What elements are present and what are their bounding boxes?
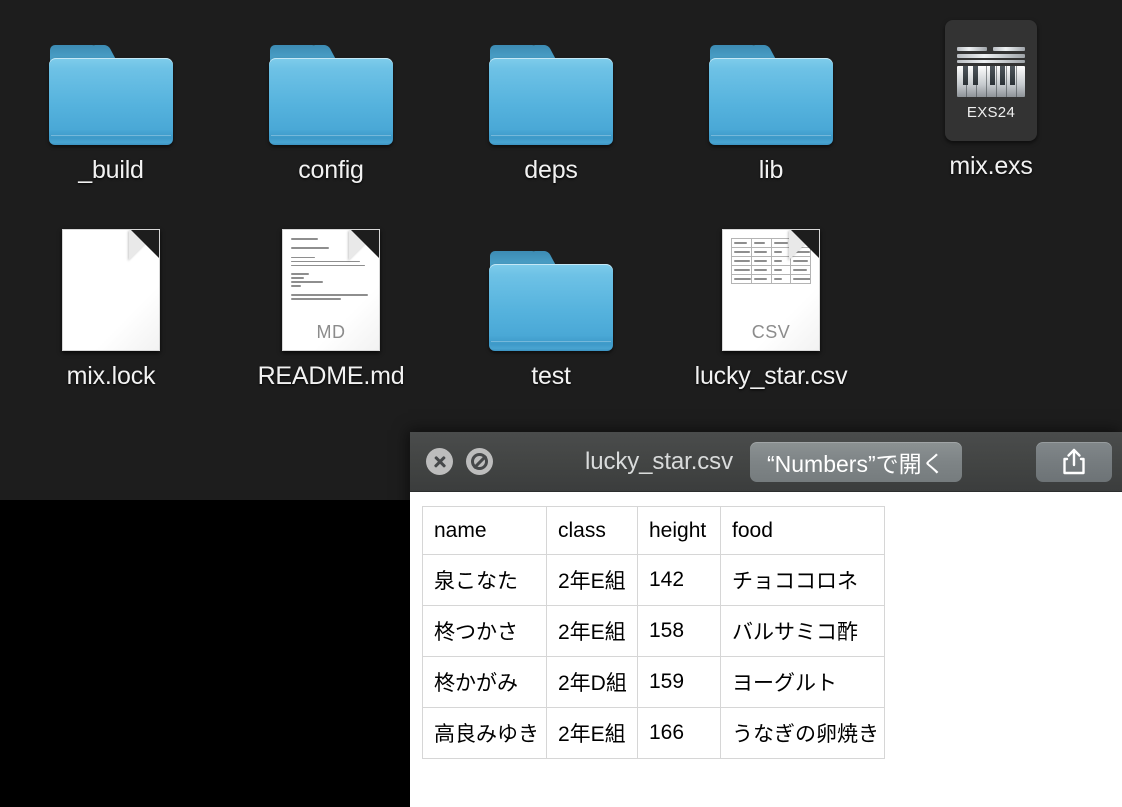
open-with-numbers-button[interactable]: “Numbers”で開く (749, 441, 962, 482)
desktop-icon-test[interactable]: test (471, 226, 631, 391)
cell-name: 高良みゆき (422, 707, 547, 759)
cell-food: うなぎの卵焼き (720, 707, 885, 759)
column-header-class: class (546, 506, 638, 555)
blank-document-icon (31, 226, 191, 351)
close-circle-icon[interactable] (426, 448, 453, 475)
cell-name: 柊かがみ (422, 656, 547, 708)
desktop-icon-label: README.md (257, 362, 405, 390)
quicklook-title: lucky_star.csv (585, 447, 733, 475)
csv-preview-table: name class height food 泉こなた 2年E組 142 チョコ… (422, 506, 885, 759)
desktop-icon-label: lucky_star.csv (694, 362, 848, 390)
folder-icon (691, 20, 851, 145)
cell-height: 142 (637, 554, 721, 606)
quicklook-preview-area: name class height food 泉こなた 2年E組 142 チョコ… (410, 492, 1122, 807)
desktop-icon-label: mix.exs (949, 152, 1033, 180)
cell-class: 2年D組 (546, 656, 638, 708)
desktop-icon-lucky-star-csv[interactable]: CSV lucky_star.csv (691, 226, 851, 391)
no-entry-circle-icon[interactable] (466, 448, 493, 475)
document-kind-label: CSV (751, 322, 791, 342)
desktop-icon-mix-exs[interactable]: EXS24 mix.exs (911, 8, 1071, 181)
share-icon (1063, 448, 1085, 474)
table-row: 泉こなた 2年E組 142 チョココロネ (422, 554, 885, 606)
column-header-name: name (422, 506, 547, 555)
folder-icon (471, 226, 631, 351)
cell-food: バルサミコ酢 (720, 605, 885, 657)
table-row: 高良みゆき 2年E組 166 うなぎの卵焼き (422, 707, 885, 759)
desktop-icon-label: lib (758, 156, 784, 184)
exs24-badge-label: EXS24 (966, 103, 1016, 121)
cell-class: 2年E組 (546, 707, 638, 759)
cell-height: 166 (637, 707, 721, 759)
cell-height: 159 (637, 656, 721, 708)
cell-food: ヨーグルト (720, 656, 885, 708)
desktop-icon-lib[interactable]: lib (691, 20, 851, 185)
cell-name: 柊つかさ (422, 605, 547, 657)
table-row: 柊つかさ 2年E組 158 バルサミコ酢 (422, 605, 885, 657)
quicklook-toolbar: lucky_star.csv “Numbers”で開く (410, 432, 1122, 492)
folder-icon (31, 20, 191, 145)
desktop-icon-label: test (531, 362, 571, 390)
exs24-file-icon: EXS24 (911, 8, 1071, 141)
cell-height: 158 (637, 605, 721, 657)
cell-name: 泉こなた (422, 554, 547, 606)
column-header-height: height (637, 506, 721, 555)
table-row: 柊かがみ 2年D組 159 ヨーグルト (422, 656, 885, 708)
cell-food: チョココロネ (720, 554, 885, 606)
desktop-icon-label: mix.lock (66, 362, 156, 390)
cell-class: 2年E組 (546, 605, 638, 657)
desktop-screen: _build config deps lib EXS24 mix.exs mix… (0, 0, 1122, 807)
cell-class: 2年E組 (546, 554, 638, 606)
document-kind-label: MD (316, 322, 346, 342)
desktop-icon-deps[interactable]: deps (471, 20, 631, 185)
desktop-icon-label: deps (524, 156, 578, 184)
desktop-icon-label: _build (78, 156, 144, 184)
column-header-food: food (720, 506, 885, 555)
folder-icon (251, 20, 411, 145)
desktop-icon-config[interactable]: config (251, 20, 411, 185)
desktop-icon-build[interactable]: _build (31, 20, 191, 185)
desktop-icon-mix-lock[interactable]: mix.lock (31, 226, 191, 391)
desktop-icon-readme-md[interactable]: MD README.md (251, 226, 411, 391)
csv-document-icon: CSV (691, 226, 851, 351)
table-header-row: name class height food (422, 506, 885, 555)
share-button[interactable] (1036, 441, 1112, 482)
markdown-document-icon: MD (251, 226, 411, 351)
quicklook-window: lucky_star.csv “Numbers”で開く name class h… (410, 432, 1122, 807)
folder-icon (471, 20, 631, 145)
desktop-icon-label: config (298, 156, 364, 184)
